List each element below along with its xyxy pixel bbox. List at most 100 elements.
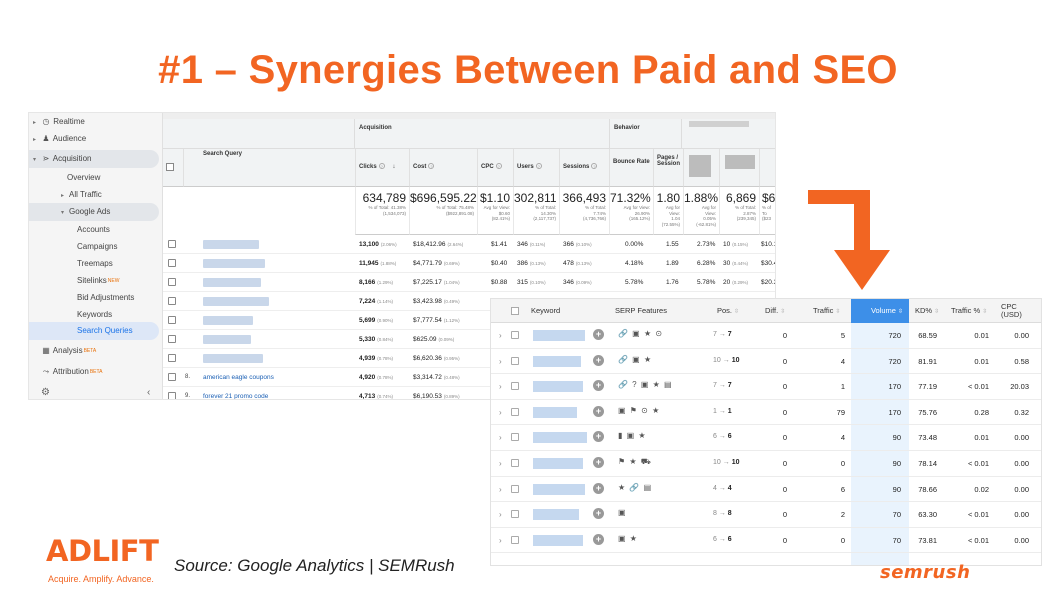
- semrush-panel: Keyword SERP Features Pos. ⇳ Diff. ⇳ Traff…: [490, 298, 1042, 566]
- chevron-right-icon[interactable]: ›: [499, 510, 502, 519]
- row-checkbox[interactable]: [168, 392, 176, 399]
- select-all-checkbox[interactable]: [511, 307, 519, 315]
- row-checkbox[interactable]: [511, 407, 519, 416]
- add-keyword-button[interactable]: +: [593, 329, 604, 340]
- chevron-right-icon[interactable]: ›: [499, 357, 502, 366]
- nav-google-ads[interactable]: ▾ Google Ads: [29, 203, 159, 221]
- select-all-checkbox[interactable]: [166, 163, 174, 171]
- chevron-right-icon[interactable]: ›: [499, 485, 502, 494]
- nav-acquisition[interactable]: ▾ ⋗ Acquisition: [29, 150, 159, 168]
- add-keyword-button[interactable]: +: [593, 533, 604, 545]
- ga-sidebar: ▸ ◷ Realtime ▸ ♟ Audience ▾ ⋗ Acquisition O…: [29, 113, 163, 399]
- row-checkbox[interactable]: [511, 382, 519, 391]
- nav-treemaps[interactable]: Treemaps: [77, 255, 113, 273]
- col-traffic-pct[interactable]: Traffic % ⇳: [951, 299, 987, 323]
- row-checkbox[interactable]: [511, 433, 519, 442]
- nav-attribution[interactable]: ⤳ AttributionBETA: [41, 363, 103, 381]
- col-kd[interactable]: KD% ⇳: [915, 299, 939, 323]
- add-keyword-button[interactable]: +: [593, 431, 604, 443]
- col-diff[interactable]: Diff. ⇳: [765, 299, 785, 323]
- group-behavior: Behavior: [609, 119, 681, 149]
- nav-analysis[interactable]: ▦ AnalysisBETA: [41, 342, 96, 360]
- row-checkbox[interactable]: [168, 354, 176, 362]
- add-keyword-button[interactable]: +: [593, 482, 604, 494]
- nav-bid-adjustments[interactable]: Bid Adjustments: [77, 289, 134, 307]
- group-acquisition: Acquisition: [355, 119, 609, 149]
- redacted-keyword: [533, 534, 583, 546]
- redacted-keyword: [533, 458, 583, 469]
- row-checkbox[interactable]: [511, 331, 519, 339]
- col-traffic[interactable]: Traffic ⇳: [813, 299, 840, 323]
- gear-icon[interactable]: ⚙: [41, 387, 50, 398]
- nav-realtime[interactable]: ▸ ◷ Realtime: [33, 113, 163, 131]
- redacted-query: [203, 335, 251, 344]
- col-keyword[interactable]: Keyword: [531, 299, 560, 323]
- col-cost[interactable]: Cost?: [409, 149, 477, 187]
- row-checkbox[interactable]: [168, 316, 176, 324]
- row-checkbox[interactable]: [168, 240, 176, 248]
- nav-sitelinks[interactable]: SitelinksNEW: [77, 272, 119, 290]
- row-checkbox[interactable]: [511, 510, 519, 519]
- col-clicks[interactable]: Clicks? ↓: [355, 149, 409, 187]
- nav-accounts[interactable]: Accounts: [77, 221, 110, 239]
- redacted-keyword: [533, 406, 577, 418]
- row-checkbox[interactable]: [168, 278, 176, 286]
- col-search-query[interactable]: Search Query: [203, 151, 242, 157]
- row-checkbox[interactable]: [168, 297, 176, 305]
- total-revenue: $6,8% of To ($23: [759, 187, 775, 235]
- semrush-table-header: Keyword SERP Features Pos. ⇳ Diff. ⇳ Traff…: [491, 299, 1041, 323]
- position-change: 1 → 1: [713, 407, 732, 415]
- chevron-right-icon[interactable]: ›: [499, 408, 502, 417]
- chevron-left-icon[interactable]: ‹: [147, 387, 150, 398]
- nav-overview[interactable]: Overview: [67, 169, 100, 187]
- keyword-row: › + ▣ ★ 6 → 6 0 0 70 73.81 < 0.01 0.00: [491, 528, 1041, 554]
- chevron-right-icon[interactable]: ›: [499, 382, 502, 391]
- col-sessions[interactable]: Sessions?: [559, 149, 609, 187]
- col-serp-features[interactable]: SERP Features: [615, 299, 667, 323]
- orange-down-arrow-icon: [808, 190, 890, 290]
- row-checkbox[interactable]: [168, 259, 176, 267]
- chevron-right-icon[interactable]: ›: [499, 433, 502, 442]
- col-cpc[interactable]: CPC (USD): [1001, 303, 1029, 319]
- col-bounce-rate[interactable]: Bounce Rate: [609, 149, 653, 187]
- col-pos[interactable]: Pos. ⇳: [717, 299, 739, 323]
- col-cpc[interactable]: CPC?: [477, 149, 513, 187]
- row-checkbox[interactable]: [511, 535, 519, 544]
- redacted-query: [203, 297, 269, 306]
- add-keyword-button[interactable]: +: [593, 354, 604, 366]
- col-volume[interactable]: Volume ⇳: [851, 299, 909, 323]
- keyword-row: › + 🔗 ▣ ★ 10 → 10 0 4 720 81.91 0.01 0.58: [491, 349, 1041, 375]
- nav-campaigns[interactable]: Campaigns: [77, 238, 117, 256]
- serp-features-icons: 🔗 ? ▣ ★ ▤: [618, 380, 673, 390]
- nav-search-queries[interactable]: Search Queries: [29, 322, 159, 340]
- redacted-keyword: [533, 381, 583, 393]
- col-pages-session[interactable]: Pages / Session: [653, 149, 683, 187]
- nav-all-traffic[interactable]: ▸ All Traffic: [61, 186, 102, 204]
- chevron-right-icon[interactable]: ›: [499, 536, 502, 545]
- redacted-query: [203, 240, 259, 249]
- redacted-query: [203, 259, 265, 268]
- col-users[interactable]: Users?: [513, 149, 559, 187]
- table-row: 11,945 (1.88%) $4,771.79 (0.69%) $0.40 386 (0.…: [163, 254, 775, 273]
- chevron-right-icon[interactable]: ›: [499, 331, 502, 340]
- serp-features-icons: 🔗 ▣ ★ ⊙: [618, 329, 664, 338]
- beta-badge: BETA: [89, 369, 103, 375]
- serp-features-icons: ▣: [618, 508, 627, 518]
- row-checkbox[interactable]: [168, 335, 176, 343]
- keyword-row: › + 🔗 ? ▣ ★ ▤ 7 → 7 0 1 170 77.19 < 0.01 20.03: [491, 374, 1041, 400]
- nav-audience[interactable]: ▸ ♟ Audience: [33, 130, 163, 148]
- row-checkbox[interactable]: [511, 356, 519, 365]
- row-checkbox[interactable]: [511, 484, 519, 493]
- row-checkbox[interactable]: [511, 459, 519, 467]
- chevron-right-icon[interactable]: ›: [499, 459, 502, 468]
- add-keyword-button[interactable]: +: [593, 405, 604, 417]
- add-keyword-button[interactable]: +: [593, 380, 604, 392]
- row-checkbox[interactable]: [168, 373, 176, 381]
- position-change: 6 → 6: [713, 433, 732, 441]
- add-keyword-button[interactable]: +: [593, 508, 604, 520]
- redacted-keyword: [533, 483, 585, 495]
- search-query-link[interactable]: american eagle coupons: [203, 374, 274, 381]
- search-query-link[interactable]: forever 21 promo code: [203, 393, 268, 399]
- add-keyword-button[interactable]: +: [593, 457, 604, 468]
- pixelated-header: [725, 155, 755, 169]
